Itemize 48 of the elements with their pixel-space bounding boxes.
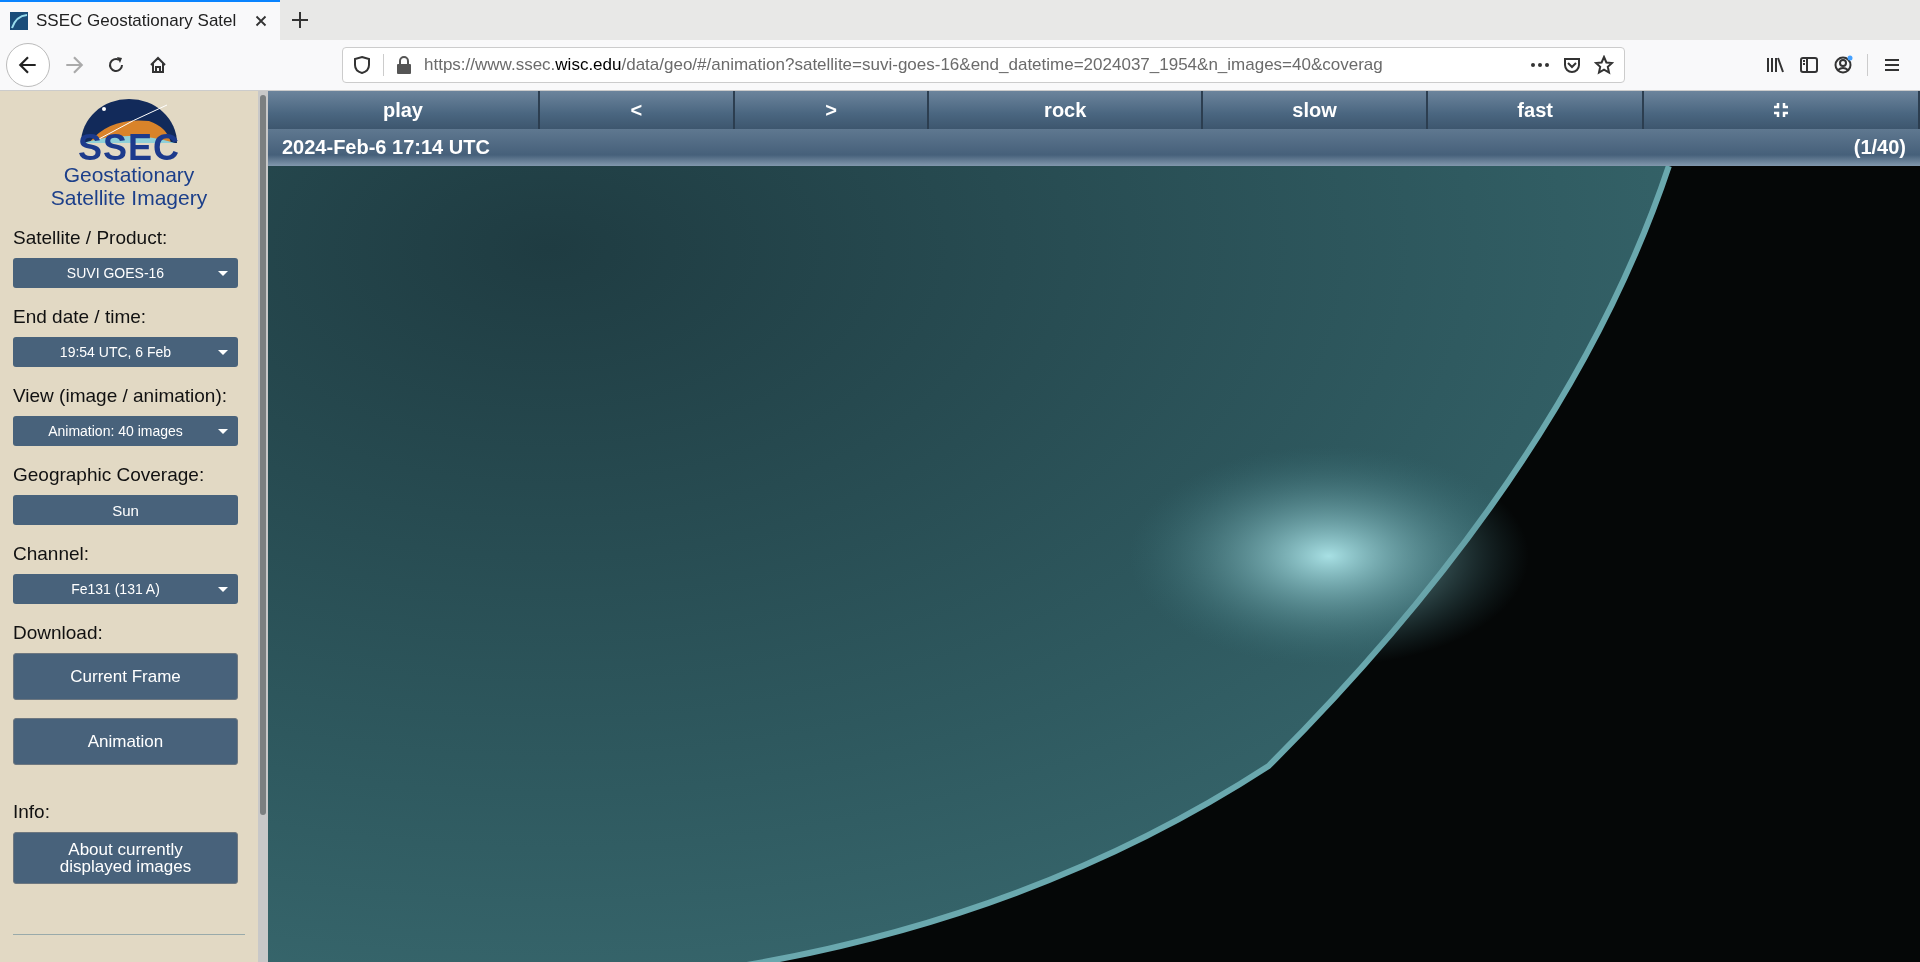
new-tab-plus-icon[interactable] bbox=[290, 10, 310, 30]
toolbar-button[interactable]: > bbox=[734, 91, 930, 129]
field-label: Satellite / Product: bbox=[13, 227, 169, 249]
frame-datetime: 2024-Feb-6 17:14 UTC bbox=[282, 136, 490, 159]
toolbar-button[interactable]: slow bbox=[1203, 91, 1428, 129]
toolbar-button[interactable]: rock bbox=[929, 91, 1204, 129]
coverage-button[interactable]: Sun bbox=[13, 495, 238, 525]
site-title: Satellite Imagery bbox=[50, 186, 208, 209]
sidebar-icon[interactable] bbox=[1799, 55, 1819, 75]
caret-icon[interactable] bbox=[218, 271, 228, 277]
account-icon[interactable] bbox=[1833, 55, 1853, 75]
field-label: Info: bbox=[13, 801, 51, 823]
dropdown[interactable]: Animation: 40 images bbox=[13, 416, 238, 446]
back-button[interactable] bbox=[6, 43, 50, 87]
frame-counter: (1/40) bbox=[1853, 136, 1906, 159]
scrollbar[interactable] bbox=[258, 91, 268, 962]
pocket-icon[interactable] bbox=[1562, 55, 1582, 75]
left-arrow-icon[interactable] bbox=[17, 54, 39, 76]
caret-icon[interactable] bbox=[218, 350, 228, 356]
field-label: Channel: bbox=[13, 543, 91, 565]
logo-text: SSEC bbox=[77, 133, 180, 163]
address-bar[interactable]: https://www.ssec.wisc.edu/data/geo/#/animation?satellite=suvi-goes-16&end_datetime=2024037_1954&n_images=40&coverag bbox=[342, 47, 1625, 83]
download-button[interactable]: About currently displayed images bbox=[13, 832, 238, 884]
browser-tab[interactable]: SSEC Geostationary Satel bbox=[0, 0, 280, 40]
dropdown[interactable]: SUVI GOES-16 bbox=[13, 258, 238, 288]
satellite-favicon-icon bbox=[10, 12, 28, 30]
caret-icon[interactable] bbox=[218, 587, 228, 593]
url-text: https://www.ssec.wisc.edu/data/geo/#/animation?satellite=suvi-goes-16&end_datetime=2024037_1954&n_images=40&coverag bbox=[424, 55, 1384, 75]
field-label: Download: bbox=[13, 622, 104, 644]
caret-icon[interactable] bbox=[218, 429, 228, 435]
lock-icon bbox=[396, 55, 412, 75]
home-icon[interactable] bbox=[148, 55, 168, 75]
fullscreen-icon[interactable] bbox=[1773, 102, 1790, 118]
field-label: End date / time: bbox=[13, 306, 148, 328]
dropdown[interactable]: 19:54 UTC, 6 Feb bbox=[13, 337, 238, 367]
toolbar-button[interactable]: fast bbox=[1427, 91, 1645, 129]
shield-icon[interactable] bbox=[353, 55, 371, 75]
toolbar-button[interactable]: < bbox=[539, 91, 735, 129]
dropdown[interactable]: Fe131 (131 A) bbox=[13, 574, 238, 604]
toolbar-button[interactable]: play bbox=[268, 91, 540, 129]
field-label: View (image / animation): bbox=[13, 385, 229, 407]
library-icon[interactable] bbox=[1765, 55, 1785, 75]
download-button[interactable]: Animation bbox=[13, 718, 238, 765]
star-icon[interactable] bbox=[1594, 55, 1614, 75]
reload-icon[interactable] bbox=[106, 55, 126, 75]
field-label: Geographic Coverage: bbox=[13, 464, 206, 486]
download-button[interactable]: Current Frame bbox=[13, 653, 238, 700]
site-title: Geostationary bbox=[63, 163, 195, 186]
